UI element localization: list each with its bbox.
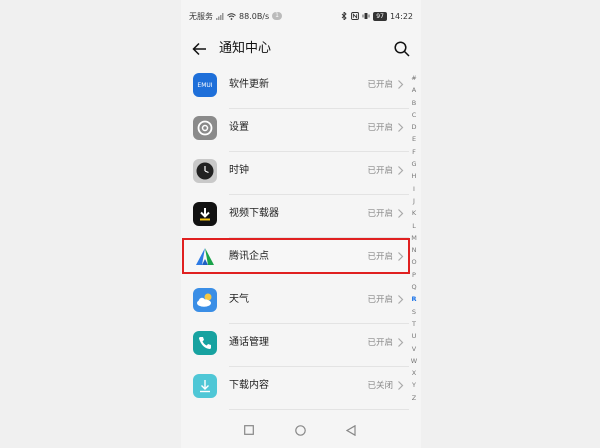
clock-icon (193, 159, 217, 183)
network-speed: 88.0B/s (239, 11, 270, 21)
phone-screen: 无服务 88.0B/s 1 97 14:22 通知中心 EMUI 软件更新 已开… (181, 0, 421, 448)
alphabet-letter[interactable]: D (411, 121, 416, 133)
app-status: 已开启 (367, 338, 393, 348)
bluetooth-icon (341, 12, 347, 20)
chevron-right-icon (398, 80, 404, 89)
list-item-download-content[interactable]: 下载内容 已关闭 (181, 367, 409, 410)
alphabet-letter[interactable]: V (412, 343, 416, 355)
chevron-right-icon (398, 252, 404, 261)
chevron-right-icon (398, 166, 404, 175)
page-title: 通知中心 (219, 41, 272, 56)
app-name: 视频下载器 (229, 208, 279, 219)
alphabet-letter[interactable]: O (411, 256, 416, 268)
chevron-right-icon (398, 338, 404, 347)
alphabet-letter[interactable]: S (412, 306, 416, 318)
home-icon[interactable] (295, 425, 306, 436)
clock-time: 14:22 (389, 11, 413, 21)
alphabet-letter[interactable]: U (412, 330, 417, 342)
chevron-right-icon (398, 209, 404, 218)
alphabet-index[interactable]: # A B C D E F G H I J K L M N O P Q R S T U V W X Y Z (408, 72, 420, 404)
alphabet-letter[interactable]: Z (412, 392, 416, 404)
alphabet-letter[interactable]: Q (411, 281, 416, 293)
chevron-right-icon (398, 123, 404, 132)
alphabet-letter[interactable]: M (411, 232, 417, 244)
signal-icon (216, 12, 224, 20)
status-bar: 无服务 88.0B/s 1 97 14:22 (181, 0, 421, 32)
list-item-software-update[interactable]: EMUI 软件更新 已开启 (181, 66, 409, 109)
alphabet-letter[interactable]: H (412, 170, 417, 182)
divider (229, 409, 409, 410)
app-name: 软件更新 (229, 79, 269, 90)
alphabet-letter[interactable]: N (412, 244, 417, 256)
chevron-right-icon (398, 295, 404, 304)
vibrate-icon (362, 13, 370, 19)
app-status: 已开启 (367, 123, 393, 133)
status-left: 无服务 88.0B/s 1 (189, 11, 282, 22)
weather-icon (193, 288, 217, 312)
alphabet-letter[interactable]: E (412, 133, 416, 145)
chevron-right-icon (398, 381, 404, 390)
list-item-clock[interactable]: 时钟 已开启 (181, 152, 409, 195)
alphabet-letter[interactable]: X (412, 367, 416, 379)
app-status: 已开启 (367, 295, 393, 305)
notification-badge: 1 (272, 12, 282, 20)
alphabet-letter[interactable]: T (412, 318, 416, 330)
download-icon (193, 202, 217, 226)
alphabet-letter[interactable]: A (412, 84, 416, 96)
alphabet-letter[interactable]: J (413, 195, 415, 207)
battery-icon: 97 (373, 11, 387, 21)
alphabet-letter[interactable]: R (411, 293, 416, 305)
download-content-icon (193, 374, 217, 398)
alphabet-letter[interactable]: L (412, 220, 416, 232)
app-status: 已关闭 (367, 381, 393, 391)
app-name: 通话管理 (229, 337, 269, 348)
back-arrow-icon[interactable] (191, 40, 209, 58)
phone-icon (193, 331, 217, 355)
wifi-icon (227, 12, 236, 20)
recent-apps-icon[interactable] (244, 425, 254, 435)
alphabet-letter[interactable]: K (412, 207, 416, 219)
app-header: 通知中心 (181, 32, 421, 66)
emui-icon: EMUI (193, 73, 217, 97)
alphabet-letter[interactable]: F (412, 146, 416, 158)
alphabet-letter[interactable]: Y (412, 379, 416, 391)
alphabet-letter[interactable]: W (411, 355, 417, 367)
alphabet-letter[interactable]: B (412, 97, 416, 109)
app-name: 设置 (229, 122, 249, 133)
app-name: 天气 (229, 294, 249, 305)
alphabet-letter[interactable]: # (411, 72, 416, 84)
app-name: 时钟 (229, 165, 249, 176)
alphabet-letter[interactable]: I (413, 183, 415, 195)
tencent-qidian-icon (193, 245, 217, 269)
list-item-video-downloader[interactable]: 视频下载器 已开启 (181, 195, 409, 238)
navigation-bar (181, 412, 421, 448)
list-item-tencent-qidian[interactable]: 腾讯企点 已开启 (181, 238, 409, 281)
app-name: 腾讯企点 (229, 251, 269, 262)
list-item-settings[interactable]: 设置 已开启 (181, 109, 409, 152)
nfc-icon (351, 12, 360, 20)
status-right: 97 14:22 (341, 11, 413, 21)
app-name: 下载内容 (229, 380, 269, 391)
emui-logo-text: EMUI (197, 81, 213, 89)
list-item-call-management[interactable]: 通话管理 已开启 (181, 324, 409, 367)
settings-icon (193, 116, 217, 140)
carrier-text: 无服务 (189, 11, 213, 21)
alphabet-letter[interactable]: G (411, 158, 416, 170)
alphabet-letter[interactable]: P (412, 269, 416, 281)
app-status: 已开启 (367, 252, 393, 262)
nav-back-icon[interactable] (346, 425, 356, 436)
app-status: 已开启 (367, 209, 393, 219)
app-notification-list: EMUI 软件更新 已开启 设置 已开启 时钟 已开启 视频下载器 已开启 腾讯… (181, 66, 409, 410)
alphabet-letter[interactable]: C (412, 109, 417, 121)
app-status: 已开启 (367, 166, 393, 176)
search-icon[interactable] (393, 40, 411, 58)
list-item-weather[interactable]: 天气 已开启 (181, 281, 409, 324)
app-status: 已开启 (367, 80, 393, 90)
